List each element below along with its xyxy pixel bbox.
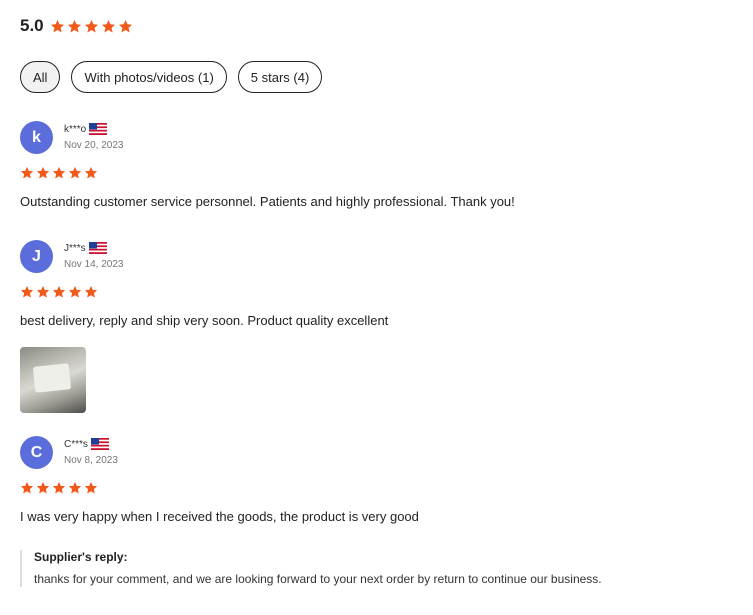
star-icon — [20, 481, 34, 495]
filter-5-stars-button[interactable]: 5 stars (4) — [237, 61, 323, 93]
star-icon — [68, 166, 82, 180]
review-text: Outstanding customer service personnel. … — [20, 194, 515, 209]
filter-with-photos-button[interactable]: With photos/videos (1) — [71, 61, 227, 93]
star-icon — [50, 19, 65, 34]
star-icon — [52, 166, 66, 180]
reviewer-name: J***s — [64, 242, 86, 254]
avatar: k — [20, 121, 53, 154]
us-flag-icon — [89, 123, 108, 135]
star-icon — [68, 481, 82, 495]
reviewer-name: C***s — [64, 438, 88, 450]
avatar: C — [20, 436, 53, 469]
supplier-reply-text: thanks for your comment, and we are look… — [34, 572, 602, 586]
star-icon — [68, 285, 82, 299]
star-icon — [36, 285, 50, 299]
star-icon — [36, 481, 50, 495]
star-icon — [52, 481, 66, 495]
star-icon — [84, 19, 99, 34]
review-photo[interactable] — [20, 347, 86, 413]
star-icon — [118, 19, 133, 34]
review-date: Nov 8, 2023 — [64, 455, 118, 466]
review-text: I was very happy when I received the goo… — [20, 509, 419, 524]
summary-stars — [50, 19, 135, 34]
supplier-reply-title: Supplier's reply: — [34, 550, 128, 564]
review-date: Nov 14, 2023 — [64, 259, 124, 270]
star-icon — [67, 19, 82, 34]
reviewer-name: k***o — [64, 123, 87, 135]
review-stars — [20, 166, 100, 180]
avatar: J — [20, 240, 53, 273]
star-icon — [20, 166, 34, 180]
review-text: best delivery, reply and ship very soon.… — [20, 313, 389, 328]
star-icon — [20, 285, 34, 299]
reviewer-info: C***s — [64, 438, 109, 450]
filter-all-button[interactable]: All — [20, 61, 61, 93]
product-package-image — [32, 363, 72, 393]
rating-summary: 5.0 — [20, 16, 135, 36]
star-icon — [84, 481, 98, 495]
average-score: 5.0 — [20, 16, 44, 35]
star-icon — [52, 285, 66, 299]
review-stars — [20, 481, 100, 495]
review-stars — [20, 285, 100, 299]
star-icon — [101, 19, 116, 34]
reviewer-info: J***s — [64, 242, 107, 254]
us-flag-icon — [90, 438, 109, 450]
star-icon — [84, 166, 98, 180]
review-date: Nov 20, 2023 — [64, 140, 124, 151]
review-filters: All With photos/videos (1) 5 stars (4) — [20, 61, 333, 93]
supplier-reply: Supplier's reply: thanks for your commen… — [20, 550, 694, 587]
us-flag-icon — [88, 242, 107, 254]
star-icon — [36, 166, 50, 180]
reviewer-info: k***o — [64, 123, 108, 135]
star-icon — [84, 285, 98, 299]
